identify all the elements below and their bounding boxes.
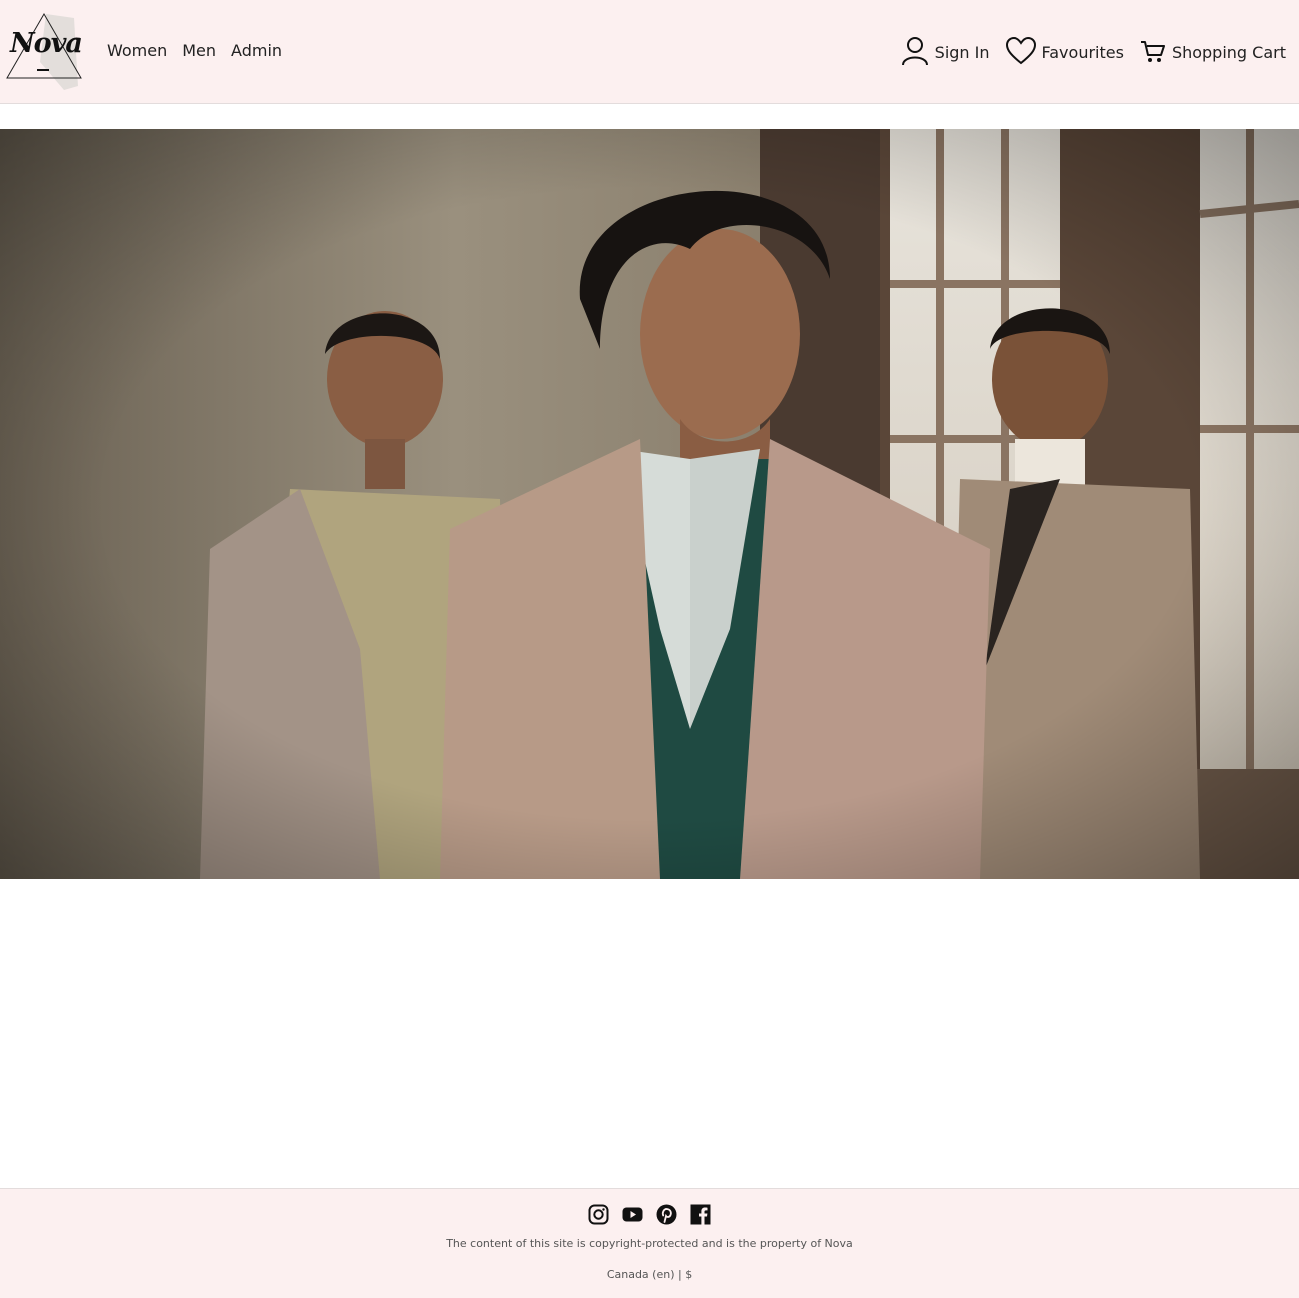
nav-admin[interactable]: Admin — [231, 41, 282, 61]
nav-men[interactable]: Men — [182, 41, 216, 61]
heart-icon — [1005, 36, 1036, 69]
user-icon — [901, 36, 929, 70]
locale-selector[interactable]: Canada (en) | $ — [0, 1268, 1299, 1281]
nav-women[interactable]: Women — [107, 41, 167, 61]
favourites-label: Favourites — [1041, 43, 1124, 62]
cart-icon — [1140, 38, 1166, 68]
copyright-text: The content of this site is copyright-pr… — [446, 1237, 853, 1250]
facebook-icon[interactable] — [690, 1204, 711, 1225]
logo-dash — [37, 69, 49, 71]
logo-text: Nova — [10, 28, 83, 59]
hero-photo — [0, 129, 1299, 879]
main-nav: Women Men Admin — [107, 41, 282, 61]
social-links — [0, 1204, 1299, 1225]
hero-image — [0, 129, 1299, 879]
page: Nova Women Men Admin Sign In Favourites … — [0, 0, 1299, 1298]
instagram-icon[interactable] — [588, 1204, 609, 1225]
site-footer: The content of this site is copyright-pr… — [0, 1188, 1299, 1298]
site-header: Nova Women Men Admin Sign In Favourites … — [0, 0, 1299, 104]
account-nav: Sign In Favourites Shopping Cart — [901, 36, 1286, 70]
sign-in-link[interactable]: Sign In — [901, 36, 990, 70]
logo-link[interactable]: Nova — [4, 10, 86, 92]
pinterest-icon[interactable] — [656, 1204, 677, 1225]
shopping-cart-link[interactable]: Shopping Cart — [1140, 38, 1286, 68]
sign-in-label: Sign In — [934, 43, 990, 62]
youtube-icon[interactable] — [622, 1204, 643, 1225]
favourites-link[interactable]: Favourites — [1005, 36, 1124, 69]
shopping-cart-label: Shopping Cart — [1171, 43, 1286, 62]
